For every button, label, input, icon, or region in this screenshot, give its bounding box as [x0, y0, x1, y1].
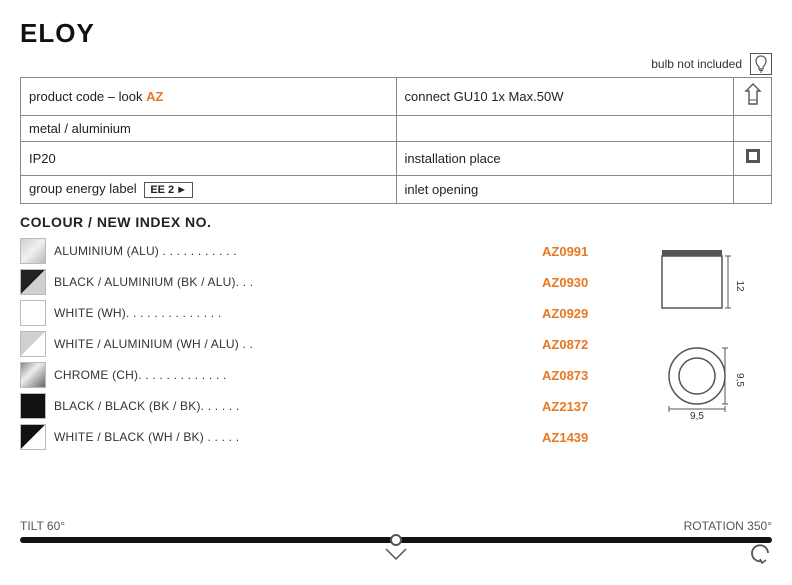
- colour-code: AZ0930: [542, 275, 602, 290]
- product-title: ELOY: [20, 18, 772, 49]
- swatch-wh-bk: [20, 424, 46, 450]
- tilt-arrows: [376, 545, 416, 563]
- diagram-area: 12 9,5 9: [622, 238, 772, 455]
- swatch-bk-alu: [20, 269, 46, 295]
- table-row-2: metal / aluminium: [21, 116, 772, 142]
- tilt-rotation-bar: TILT 60° ROTATION 350°: [20, 519, 772, 565]
- colour-label: CHROME (CH). . . . . . . . . . . . .: [54, 368, 534, 382]
- installation-cell: installation place: [396, 142, 734, 176]
- colour-list: ALUMINIUM (ALU) . . . . . . . . . . . AZ…: [20, 238, 602, 455]
- ip-cell: IP20: [21, 142, 397, 176]
- swatch-white: [20, 300, 46, 326]
- svg-text:9,5: 9,5: [690, 411, 704, 421]
- bulb-label: bulb not included: [651, 57, 742, 71]
- colour-code: AZ0873: [542, 368, 602, 383]
- colour-code: AZ0872: [542, 337, 602, 352]
- material-cell: metal / aluminium: [21, 116, 397, 142]
- svg-text:9,5: 9,5: [734, 373, 745, 387]
- inlet-cell: inlet opening: [396, 176, 734, 204]
- table-row-4: group energy label EE 2 ► inlet opening: [21, 176, 772, 204]
- list-item: ALUMINIUM (ALU) . . . . . . . . . . . AZ…: [20, 238, 602, 264]
- colour-code: AZ2137: [542, 399, 602, 414]
- tilt-label: TILT 60°: [20, 519, 65, 533]
- energy-label-cell: group energy label EE 2 ►: [21, 176, 397, 204]
- svg-text:12: 12: [734, 280, 745, 292]
- swatch-wh-alu: [20, 331, 46, 357]
- swatch-chrome: [20, 362, 46, 388]
- rotation-arrow: [748, 543, 772, 565]
- swatch-alu: [20, 238, 46, 264]
- rotation-label: ROTATION 350°: [684, 519, 772, 533]
- energy-badge: EE 2 ►: [144, 182, 193, 198]
- list-item: WHITE / BLACK (WH / BK) . . . . . AZ1439: [20, 424, 602, 450]
- tilt-track: [20, 537, 772, 543]
- circle-diagram: 9,5 9,5: [642, 341, 752, 421]
- colour-section-title: COLOUR / NEW INDEX NO.: [20, 214, 772, 230]
- colour-label: WHITE / BLACK (WH / BK) . . . . .: [54, 430, 534, 444]
- list-item: BLACK / ALUMINIUM (BK / ALU). . . AZ0930: [20, 269, 602, 295]
- info-table: product code – look AZ connect GU10 1x M…: [20, 77, 772, 204]
- colour-label: WHITE (WH). . . . . . . . . . . . . .: [54, 306, 534, 320]
- colour-label: BLACK / ALUMINIUM (BK / ALU). . .: [54, 275, 534, 289]
- lamp-icon-cell: [734, 78, 772, 116]
- list-item: CHROME (CH). . . . . . . . . . . . . AZ0…: [20, 362, 602, 388]
- az-code: AZ: [146, 89, 163, 104]
- colour-code: AZ0991: [542, 244, 602, 259]
- swatch-bk-bk: [20, 393, 46, 419]
- table-row-1: product code – look AZ connect GU10 1x M…: [21, 78, 772, 116]
- colour-label: BLACK / BLACK (BK / BK). . . . . .: [54, 399, 534, 413]
- colour-code: AZ1439: [542, 430, 602, 445]
- connect-cell: connect GU10 1x Max.50W: [396, 78, 734, 116]
- colour-section: ALUMINIUM (ALU) . . . . . . . . . . . AZ…: [20, 238, 772, 455]
- list-item: BLACK / BLACK (BK / BK). . . . . . AZ213…: [20, 393, 602, 419]
- colour-label: ALUMINIUM (ALU) . . . . . . . . . . .: [54, 244, 534, 258]
- colour-code: AZ0929: [542, 306, 602, 321]
- product-code-cell: product code – look AZ: [21, 78, 397, 116]
- square-icon-cell: [734, 142, 772, 176]
- bulb-icon: [750, 53, 772, 75]
- rect-diagram: 12: [642, 244, 752, 324]
- list-item: WHITE / ALUMINIUM (WH / ALU) . . AZ0872: [20, 331, 602, 357]
- table-row-3: IP20 installation place: [21, 142, 772, 176]
- colour-label: WHITE / ALUMINIUM (WH / ALU) . .: [54, 337, 534, 351]
- list-item: WHITE (WH). . . . . . . . . . . . . . AZ…: [20, 300, 602, 326]
